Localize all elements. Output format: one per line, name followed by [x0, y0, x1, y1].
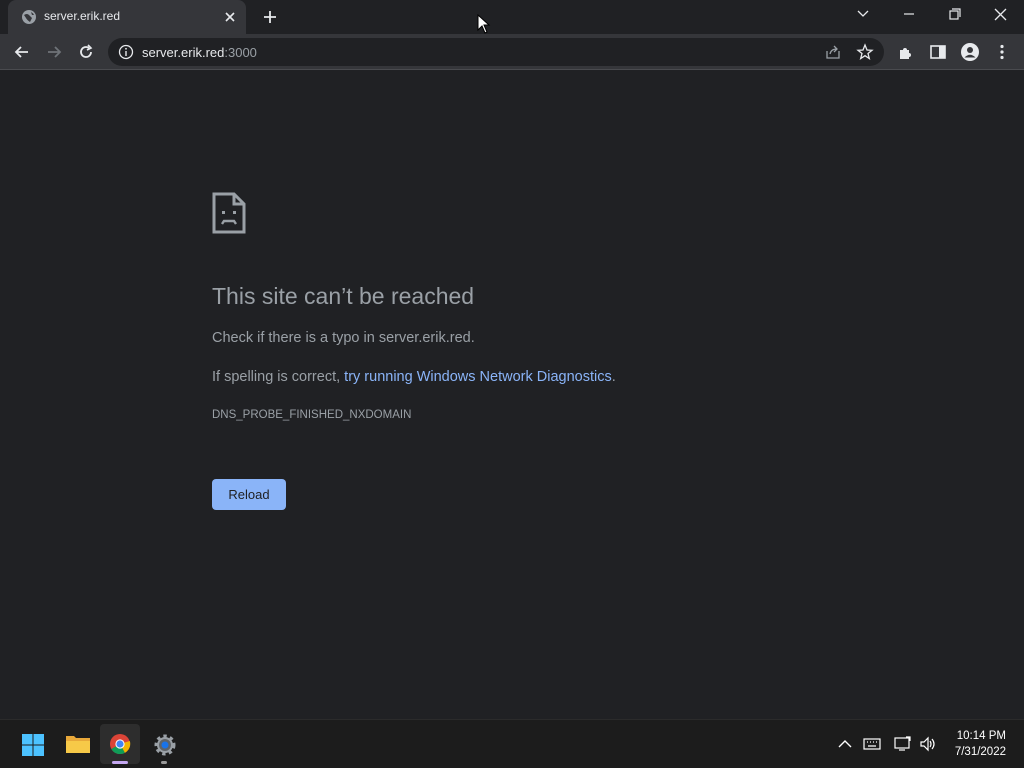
- globe-icon: [22, 10, 36, 24]
- tab-strip: server.erik.red: [0, 0, 1024, 34]
- extensions-icon[interactable]: [896, 42, 916, 62]
- site-info-icon[interactable]: [118, 44, 134, 60]
- url-port: :3000: [224, 45, 257, 60]
- window-close-icon[interactable]: [978, 0, 1024, 32]
- sad-page-icon: [212, 192, 246, 234]
- chevron-up-icon[interactable]: [836, 736, 854, 752]
- typo-hint: Check if there is a typo in server.erik.…: [212, 330, 475, 346]
- diagnostics-prefix: If spelling is correct,: [212, 369, 345, 385]
- chrome-taskbar-button[interactable]: [100, 724, 140, 764]
- diagnostics-hint: If spelling is correct, try running Wind…: [212, 369, 616, 385]
- diagnostics-suffix: .: [611, 369, 616, 385]
- error-code: DNS_PROBE_FINISHED_NXDOMAIN: [212, 409, 412, 421]
- active-app-indicator: [112, 761, 128, 764]
- bookmark-star-icon[interactable]: [856, 43, 874, 61]
- network-icon[interactable]: [894, 736, 912, 752]
- reload-icon[interactable]: [76, 42, 96, 62]
- profile-icon[interactable]: [960, 42, 980, 62]
- file-explorer-button[interactable]: [56, 724, 96, 764]
- taskbar: 10:14 PM 7/31/2022: [0, 719, 1024, 768]
- url-host: server.erik.red: [142, 45, 225, 60]
- reload-button[interactable]: Reload: [212, 479, 286, 510]
- tab-active[interactable]: server.erik.red: [8, 0, 246, 34]
- system-clock[interactable]: 10:14 PM 7/31/2022: [955, 728, 1006, 760]
- clock-date: 7/31/2022: [954, 746, 1006, 758]
- browser-toolbar: server.erik.red:3000: [0, 34, 1024, 70]
- volume-icon[interactable]: [919, 736, 937, 752]
- tab-title: server.erik.red: [44, 9, 121, 23]
- share-icon[interactable]: [824, 43, 842, 61]
- clock-time: 10:14 PM: [956, 730, 1006, 742]
- side-panel-icon[interactable]: [928, 42, 948, 62]
- keyboard-icon[interactable]: [863, 736, 881, 752]
- close-tab-icon[interactable]: [222, 9, 238, 25]
- running-app-indicator: [161, 761, 167, 764]
- mouse-cursor-icon: [477, 14, 491, 34]
- folder-icon: [66, 736, 90, 753]
- network-diagnostics-link[interactable]: try running Windows Network Diagnostics: [344, 369, 612, 385]
- back-arrow-icon[interactable]: [12, 42, 32, 62]
- start-button[interactable]: [12, 724, 52, 764]
- error-heading: This site can’t be reached: [212, 283, 475, 309]
- settings-taskbar-button[interactable]: [144, 724, 184, 764]
- restore-icon[interactable]: [932, 0, 978, 32]
- forward-arrow-icon[interactable]: [44, 42, 64, 62]
- url-text: server.erik.red:3000: [142, 45, 257, 60]
- tab-search-icon[interactable]: [840, 0, 886, 32]
- address-bar[interactable]: server.erik.red:3000: [108, 38, 884, 66]
- new-tab-icon[interactable]: [260, 7, 280, 27]
- chrome-icon: [110, 734, 131, 755]
- minimize-icon[interactable]: [886, 0, 932, 32]
- settings-gear-icon: [154, 734, 176, 756]
- error-page: This site can’t be reached Check if ther…: [0, 71, 1024, 719]
- menu-kebab-icon[interactable]: [992, 42, 1012, 62]
- windows-logo-icon: [22, 734, 44, 756]
